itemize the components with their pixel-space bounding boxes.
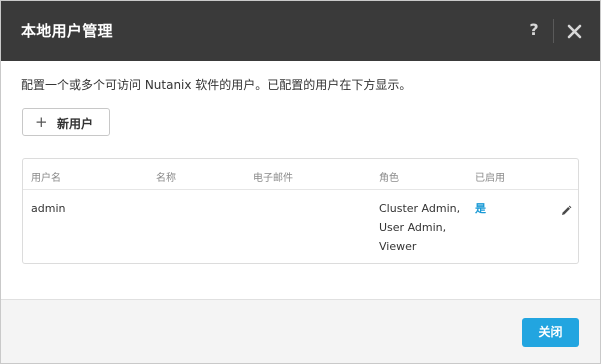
close-icon[interactable] (564, 19, 586, 43)
local-user-management-dialog: 本地用户管理 ? 配置一个或多个可访问 Nutanix 软件的用户。已配置的用户… (0, 0, 601, 364)
column-header-enabled: 已启用 (475, 173, 505, 184)
dialog-header: 本地用户管理 ? (1, 1, 600, 61)
table-header-divider (23, 189, 578, 190)
header-divider (553, 19, 554, 43)
plus-icon: + (35, 113, 48, 131)
row-username: admin (31, 202, 66, 215)
dialog-footer: 关闭 (1, 300, 600, 363)
column-header-username: 用户名 (31, 173, 61, 184)
row-role-1: Cluster Admin, (379, 202, 461, 215)
close-button[interactable]: 关闭 (522, 318, 579, 347)
row-role-3: Viewer (379, 240, 417, 253)
row-role-2: User Admin, (379, 221, 447, 234)
new-user-button-label: 新用户 (57, 117, 94, 131)
users-table: 用户名 名称 电子邮件 角色 已启用 admin Cluster Admin, … (22, 158, 579, 264)
pencil-icon[interactable] (560, 202, 572, 215)
new-user-button[interactable]: + 新用户 (22, 108, 110, 136)
column-header-name: 名称 (156, 173, 176, 184)
dialog-title: 本地用户管理 (21, 22, 113, 40)
dialog-description: 配置一个或多个可访问 Nutanix 软件的用户。已配置的用户在下方显示。 (21, 78, 412, 92)
column-header-role: 角色 (379, 173, 399, 184)
help-icon[interactable]: ? (525, 18, 543, 42)
column-header-email: 电子邮件 (253, 173, 293, 184)
row-enabled: 是 (475, 202, 486, 215)
